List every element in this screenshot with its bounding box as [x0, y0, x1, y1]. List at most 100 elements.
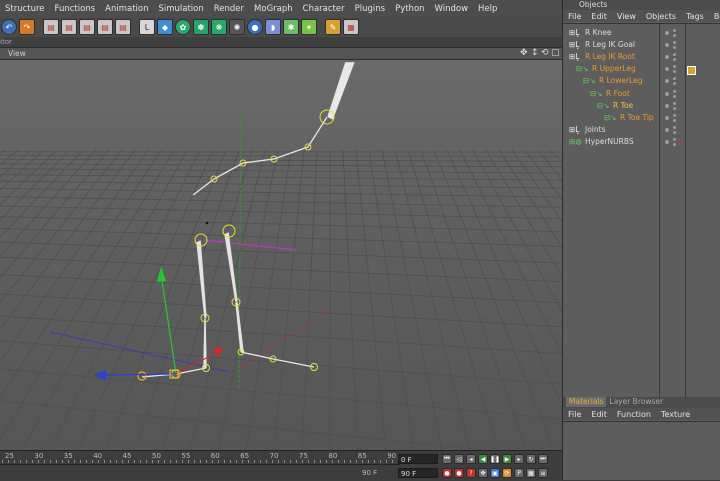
visibility-dot[interactable] — [665, 128, 669, 132]
render-picture-icon[interactable]: ▤ — [79, 19, 95, 35]
render-settings-icon[interactable]: ▤ — [97, 19, 113, 35]
timeline[interactable]: 2530354045505560657075808590 0 F 90 F 90… — [0, 450, 562, 481]
visibility-dot[interactable] — [665, 104, 669, 108]
render-dot[interactable] — [673, 138, 676, 141]
materials-menu-texture[interactable]: Texture — [656, 410, 695, 419]
timeline-menu-icon[interactable]: ≡ — [538, 468, 548, 478]
camera-icon[interactable]: ◗ — [265, 19, 281, 35]
go-start-icon[interactable]: ⏮ — [442, 454, 452, 464]
object-row[interactable]: ⊟↘R Foot — [563, 88, 720, 100]
light-icon[interactable]: ✱ — [283, 19, 299, 35]
go-end-icon[interactable]: ⏭ — [538, 454, 548, 464]
menu-mograph[interactable]: MoGraph — [249, 4, 298, 14]
objects-menu-view[interactable]: View — [612, 12, 641, 21]
object-row[interactable]: ⊞L̥R Leg IK Root — [563, 51, 720, 63]
current-frame-field[interactable]: 0 F — [398, 454, 438, 464]
end-frame-field[interactable]: 90 F — [398, 468, 438, 478]
disabled-icon[interactable]: ✕ — [678, 136, 684, 148]
object-row[interactable]: ⊞L̥R Leg IK Goal — [563, 39, 720, 51]
visibility-dot[interactable] — [665, 92, 669, 96]
object-row[interactable]: ⊟↘R Toe — [563, 100, 720, 112]
step-forward-icon[interactable]: ▸ — [514, 454, 524, 464]
tag-icon[interactable]: ✶ — [301, 19, 317, 35]
3d-viewport[interactable] — [0, 60, 562, 450]
object-row[interactable]: ⊞◍HyperNURBS✕ — [563, 136, 720, 148]
visibility-dot[interactable] — [665, 79, 669, 83]
materials-menu-edit[interactable]: Edit — [586, 410, 612, 419]
editor-dot[interactable] — [673, 107, 676, 110]
play-back-icon[interactable]: ◀ — [478, 454, 488, 464]
object-row[interactable]: ⊟↘R UpperLeg — [563, 63, 720, 75]
editor-dot[interactable] — [673, 70, 676, 73]
render-dot[interactable] — [673, 126, 676, 129]
editor-dot[interactable] — [673, 119, 676, 122]
param-key-icon[interactable]: P — [514, 468, 524, 478]
objects-menu-objects[interactable]: Objects — [641, 12, 681, 21]
render-view-icon[interactable]: ▤ — [61, 19, 77, 35]
prev-key-icon[interactable]: ◁ — [454, 454, 464, 464]
loop-icon[interactable]: ↻ — [526, 454, 536, 464]
rotation-key-icon[interactable]: ⟳ — [502, 468, 512, 478]
step-back-icon[interactable]: ◂ — [466, 454, 476, 464]
menu-simulation[interactable]: Simulation — [153, 4, 208, 14]
bake-icon[interactable]: ▦ — [343, 19, 359, 35]
keyframe-selection-icon[interactable]: ? — [466, 468, 476, 478]
record-icon[interactable]: ● — [442, 468, 452, 478]
visibility-dot[interactable] — [665, 116, 669, 120]
undo-icon[interactable]: ↶ — [1, 19, 17, 35]
objects-menu-file[interactable]: File — [563, 12, 586, 21]
editor-dot[interactable] — [673, 34, 676, 37]
timeline-ruler[interactable]: 2530354045505560657075808590 — [0, 451, 400, 463]
render-dot[interactable] — [673, 102, 676, 105]
rotate-view-icon[interactable]: ⟲ — [541, 48, 549, 58]
pla-key-icon[interactable]: ▦ — [526, 468, 536, 478]
editor-dot[interactable] — [673, 143, 676, 146]
object-row[interactable]: ⊟↘R LowerLeg — [563, 75, 720, 87]
menu-functions[interactable]: Functions — [50, 4, 101, 14]
objects-menu-edit[interactable]: Edit — [586, 12, 612, 21]
editor-dot[interactable] — [673, 58, 676, 61]
spline-icon[interactable]: ✿ — [175, 19, 191, 35]
objects-menu-bo[interactable]: Bo — [709, 12, 720, 21]
menu-structure[interactable]: Structure — [0, 4, 50, 14]
render-dot[interactable] — [673, 114, 676, 117]
pause-icon[interactable]: ❚❚ — [490, 454, 500, 464]
render-region-icon[interactable]: ▤ — [43, 19, 59, 35]
nurbs-icon[interactable]: ✽ — [193, 19, 209, 35]
key-icon[interactable]: ✎ — [325, 19, 341, 35]
object-row[interactable]: ⊟↘R Toe Tip — [563, 112, 720, 124]
visibility-dot[interactable] — [665, 140, 669, 144]
visibility-dot[interactable] — [665, 67, 669, 71]
menu-window[interactable]: Window — [430, 4, 474, 14]
tab-layer-browser[interactable]: Layer Browser — [606, 397, 666, 407]
editor-dot[interactable] — [673, 131, 676, 134]
render-dot[interactable] — [673, 29, 676, 32]
objects-menu-tags[interactable]: Tags — [681, 12, 709, 21]
editor-dot[interactable] — [673, 46, 676, 49]
tab-materials[interactable]: Materials — [566, 397, 606, 407]
render-dot[interactable] — [673, 65, 676, 68]
object-row[interactable]: ⊞L̥Joints — [563, 124, 720, 136]
render-dot[interactable] — [673, 41, 676, 44]
render-dot[interactable] — [673, 53, 676, 56]
materials-menu-file[interactable]: File — [563, 410, 586, 419]
menu-python[interactable]: Python — [390, 4, 429, 14]
scale-view-icon[interactable]: ↕ — [531, 48, 539, 58]
maximize-view-icon[interactable]: ▢ — [551, 48, 560, 58]
scene-icon[interactable]: ● — [247, 19, 263, 35]
render-dot[interactable] — [673, 77, 676, 80]
auto-key-icon[interactable]: ● — [454, 468, 464, 478]
object-row[interactable]: ⊞L̥R Knee — [563, 27, 720, 39]
menu-animation[interactable]: Animation — [100, 4, 153, 14]
menu-plugins[interactable]: Plugins — [350, 4, 390, 14]
materials-menu-function[interactable]: Function — [612, 410, 656, 419]
play-icon[interactable]: ▶ — [502, 454, 512, 464]
visibility-dot[interactable] — [665, 55, 669, 59]
menu-help[interactable]: Help — [473, 4, 502, 14]
render-queue-icon[interactable]: ▤ — [115, 19, 131, 35]
menu-character[interactable]: Character — [298, 4, 350, 14]
scale-key-icon[interactable]: ▣ — [490, 468, 500, 478]
cube-icon[interactable]: ◆ — [157, 19, 173, 35]
deformer-icon[interactable]: ✺ — [229, 19, 245, 35]
redo-icon[interactable]: ↷ — [19, 19, 35, 35]
